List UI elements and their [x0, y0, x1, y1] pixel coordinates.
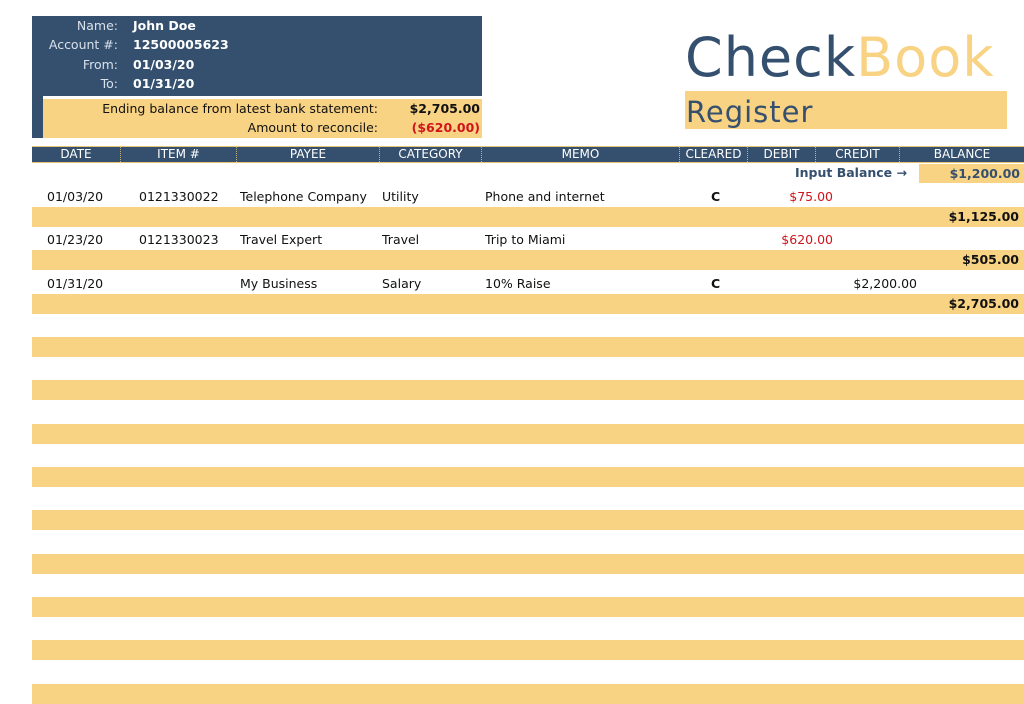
- from-label: From:: [82, 57, 118, 72]
- row-date[interactable]: 01/31/20: [47, 274, 103, 294]
- amount-to-reconcile-label: Amount to reconcile:: [247, 120, 378, 135]
- row-date[interactable]: 01/03/20: [47, 187, 103, 207]
- empty-band: [32, 510, 1024, 530]
- row-payee[interactable]: Telephone Company: [240, 187, 367, 207]
- row-date[interactable]: 01/23/20: [47, 230, 103, 250]
- account-label: Account #:: [48, 37, 118, 52]
- empty-band: [32, 337, 1024, 357]
- row-cleared[interactable]: C: [711, 274, 720, 294]
- col-category: CATEGORY: [380, 147, 482, 162]
- table-header: DATE ITEM # PAYEE CATEGORY MEMO CLEARED …: [32, 146, 1024, 163]
- row-category[interactable]: Salary: [382, 274, 421, 294]
- col-date: DATE: [32, 147, 121, 162]
- empty-band: [32, 380, 1024, 400]
- balance-band: $505.00: [32, 250, 1024, 270]
- row-category[interactable]: Utility: [382, 187, 419, 207]
- to-date-field[interactable]: 01/31/20: [133, 74, 194, 94]
- empty-band: [32, 554, 1024, 574]
- row-payee[interactable]: My Business: [240, 274, 317, 294]
- empty-band: [32, 597, 1024, 617]
- row-memo[interactable]: Phone and internet: [485, 187, 605, 207]
- ending-balance-row: Ending balance from latest bank statemen…: [43, 99, 482, 118]
- to-label: To:: [100, 76, 118, 91]
- balance-band: $1,125.00: [32, 207, 1024, 227]
- account-number-field[interactable]: 12500005623: [133, 35, 229, 55]
- row-balance: $1,125.00: [948, 209, 1019, 224]
- empty-band: [32, 467, 1024, 487]
- reconcile-panel: Ending balance from latest bank statemen…: [43, 96, 482, 138]
- col-payee: PAYEE: [237, 147, 380, 162]
- col-credit: CREDIT: [816, 147, 900, 162]
- row-memo[interactable]: Trip to Miami: [485, 230, 565, 250]
- col-cleared: CLEARED: [680, 147, 748, 162]
- row-balance: $2,705.00: [948, 296, 1019, 311]
- amount-to-reconcile-row: Amount to reconcile: ($620.00): [43, 118, 482, 137]
- logo-book: Book: [856, 26, 995, 89]
- row-item[interactable]: 0121330023: [139, 230, 219, 250]
- row-item[interactable]: 0121330022: [139, 187, 219, 207]
- logo-check: Check: [685, 26, 857, 89]
- empty-band: [32, 424, 1024, 444]
- ending-balance-label: Ending balance from latest bank statemen…: [102, 101, 378, 116]
- row-balance: $505.00: [962, 252, 1019, 267]
- row-debit[interactable]: $75.00: [789, 187, 833, 207]
- col-item: ITEM #: [121, 147, 237, 162]
- row-memo[interactable]: 10% Raise: [485, 274, 551, 294]
- row-debit[interactable]: $620.00: [781, 230, 833, 250]
- col-debit: DEBIT: [748, 147, 816, 162]
- ending-balance-field[interactable]: $2,705.00: [410, 99, 480, 118]
- row-category[interactable]: Travel: [382, 230, 419, 250]
- name-row: Name: John Doe: [32, 16, 482, 36]
- from-date-field[interactable]: 01/03/20: [133, 55, 194, 75]
- input-balance-label: Input Balance →: [794, 165, 907, 180]
- amount-to-reconcile-value: ($620.00): [411, 120, 480, 135]
- checkbook-logo: CheckBook: [685, 26, 995, 90]
- row-credit[interactable]: $2,200.00: [853, 274, 917, 294]
- input-balance-field[interactable]: $1,200.00: [919, 164, 1024, 183]
- balance-band: $2,705.00: [32, 294, 1024, 314]
- name-label: Name:: [76, 18, 118, 33]
- col-balance: BALANCE: [933, 147, 991, 161]
- account-info-panel: Name: John Doe Account #: 12500005623 Fr…: [32, 16, 482, 138]
- row-cleared[interactable]: C: [711, 187, 720, 207]
- empty-band: [32, 640, 1024, 660]
- account-row: Account #: 12500005623: [32, 35, 482, 55]
- col-memo: MEMO: [482, 147, 680, 162]
- name-field[interactable]: John Doe: [133, 16, 196, 36]
- to-row: To: 01/31/20: [32, 74, 482, 94]
- empty-band: [32, 684, 1024, 704]
- logo-register: Register: [685, 91, 1007, 129]
- row-payee[interactable]: Travel Expert: [240, 230, 322, 250]
- from-row: From: 01/03/20: [32, 55, 482, 75]
